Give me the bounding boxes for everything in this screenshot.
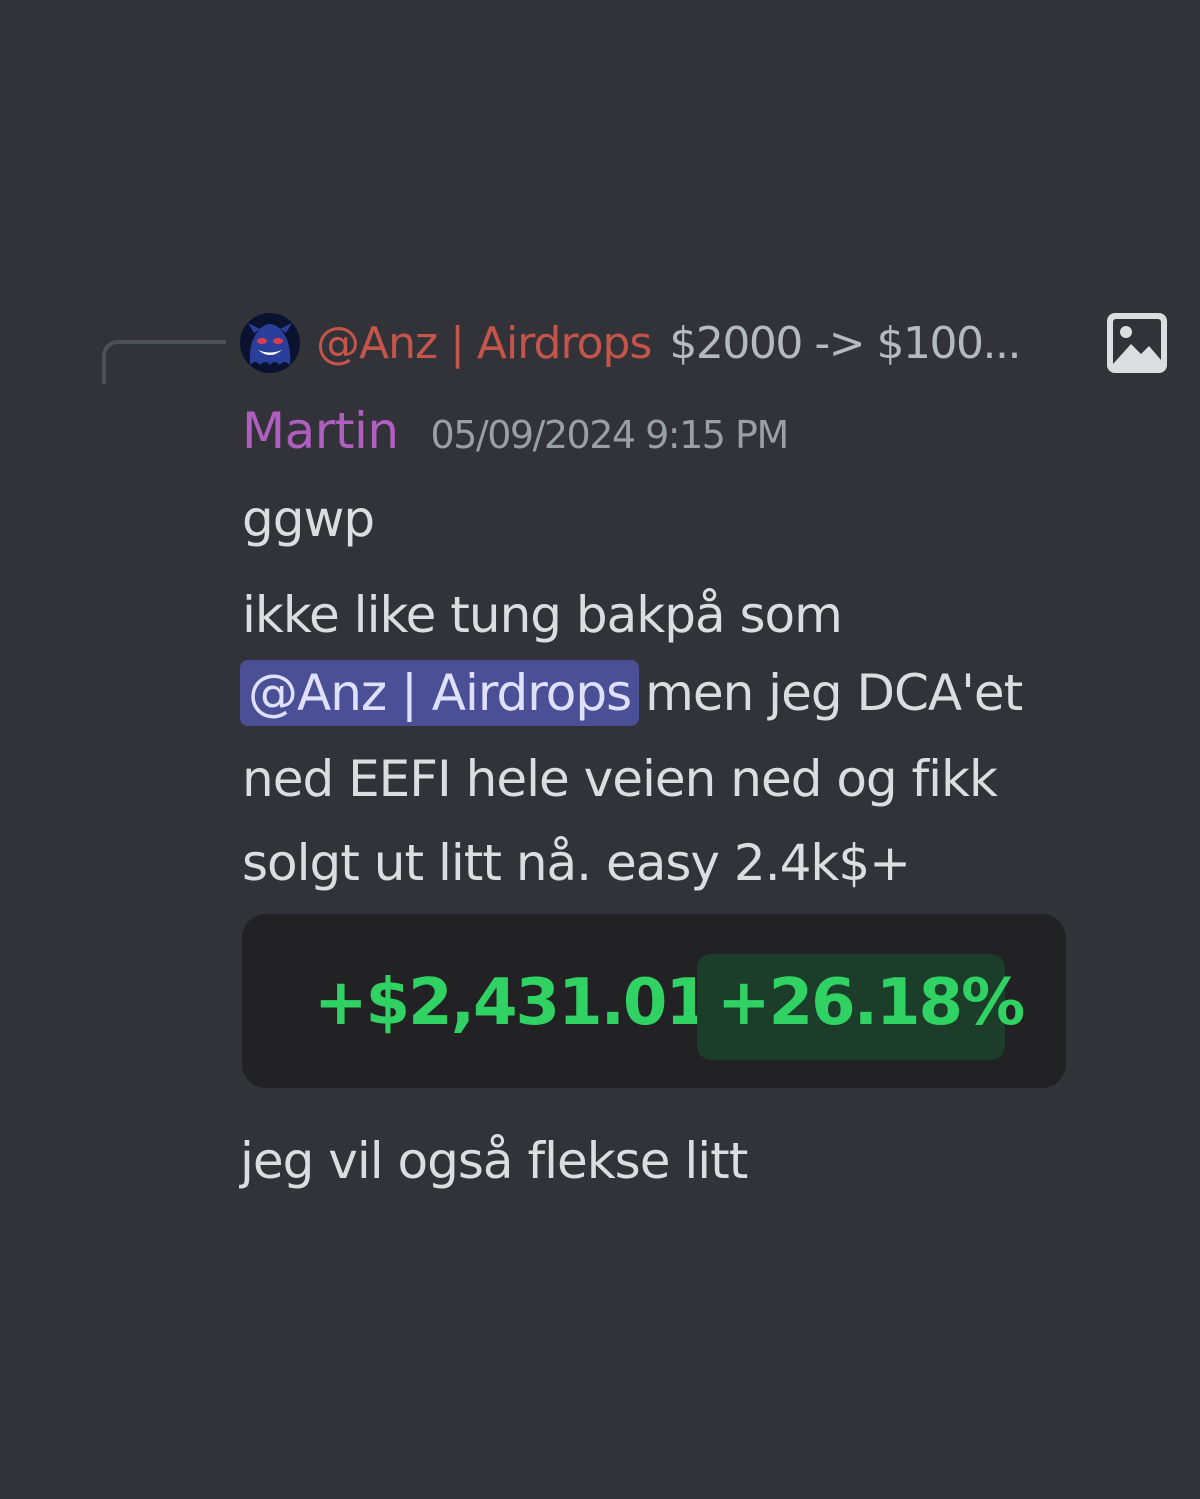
pnl-percent: +26.18% [717, 966, 1025, 1040]
user-mention[interactable]: @Anz | Airdrops [240, 660, 640, 726]
message-line: solgt ut litt nå. easy 2.4k$+ [242, 834, 911, 892]
pnl-percent-badge: +26.18% [697, 954, 1025, 1060]
reply-snippet[interactable]: $2000 -> $100... [669, 318, 1170, 369]
reply-author[interactable]: @Anz | Airdrops [316, 318, 652, 369]
pnl-amount: +$2,431.01 [314, 966, 710, 1040]
message-line: @Anz | Airdrops men jeg DCA'et [240, 660, 1023, 726]
image-icon[interactable] [1104, 310, 1170, 376]
message-line: ned EEFI hele veien ned og fikk [242, 750, 998, 808]
timestamp[interactable]: 05/09/2024 9:15 PM [431, 413, 790, 457]
reply-spine [102, 340, 226, 384]
pnl-image[interactable]: +$2,431.01 +26.18% [242, 914, 1066, 1088]
message-header: Martin 05/09/2024 9:15 PM [242, 402, 790, 460]
message-text: men jeg DCA'et [645, 664, 1023, 722]
reply-preview[interactable]: @Anz | Airdrops $2000 -> $100... [240, 310, 1170, 376]
message-line: ikke like tung bakpå som [242, 586, 843, 644]
message-line: ggwp [242, 490, 375, 548]
ghost-avatar-icon[interactable] [240, 313, 300, 373]
message-line: jeg vil også flekse litt [240, 1132, 748, 1190]
username[interactable]: Martin [242, 402, 399, 460]
